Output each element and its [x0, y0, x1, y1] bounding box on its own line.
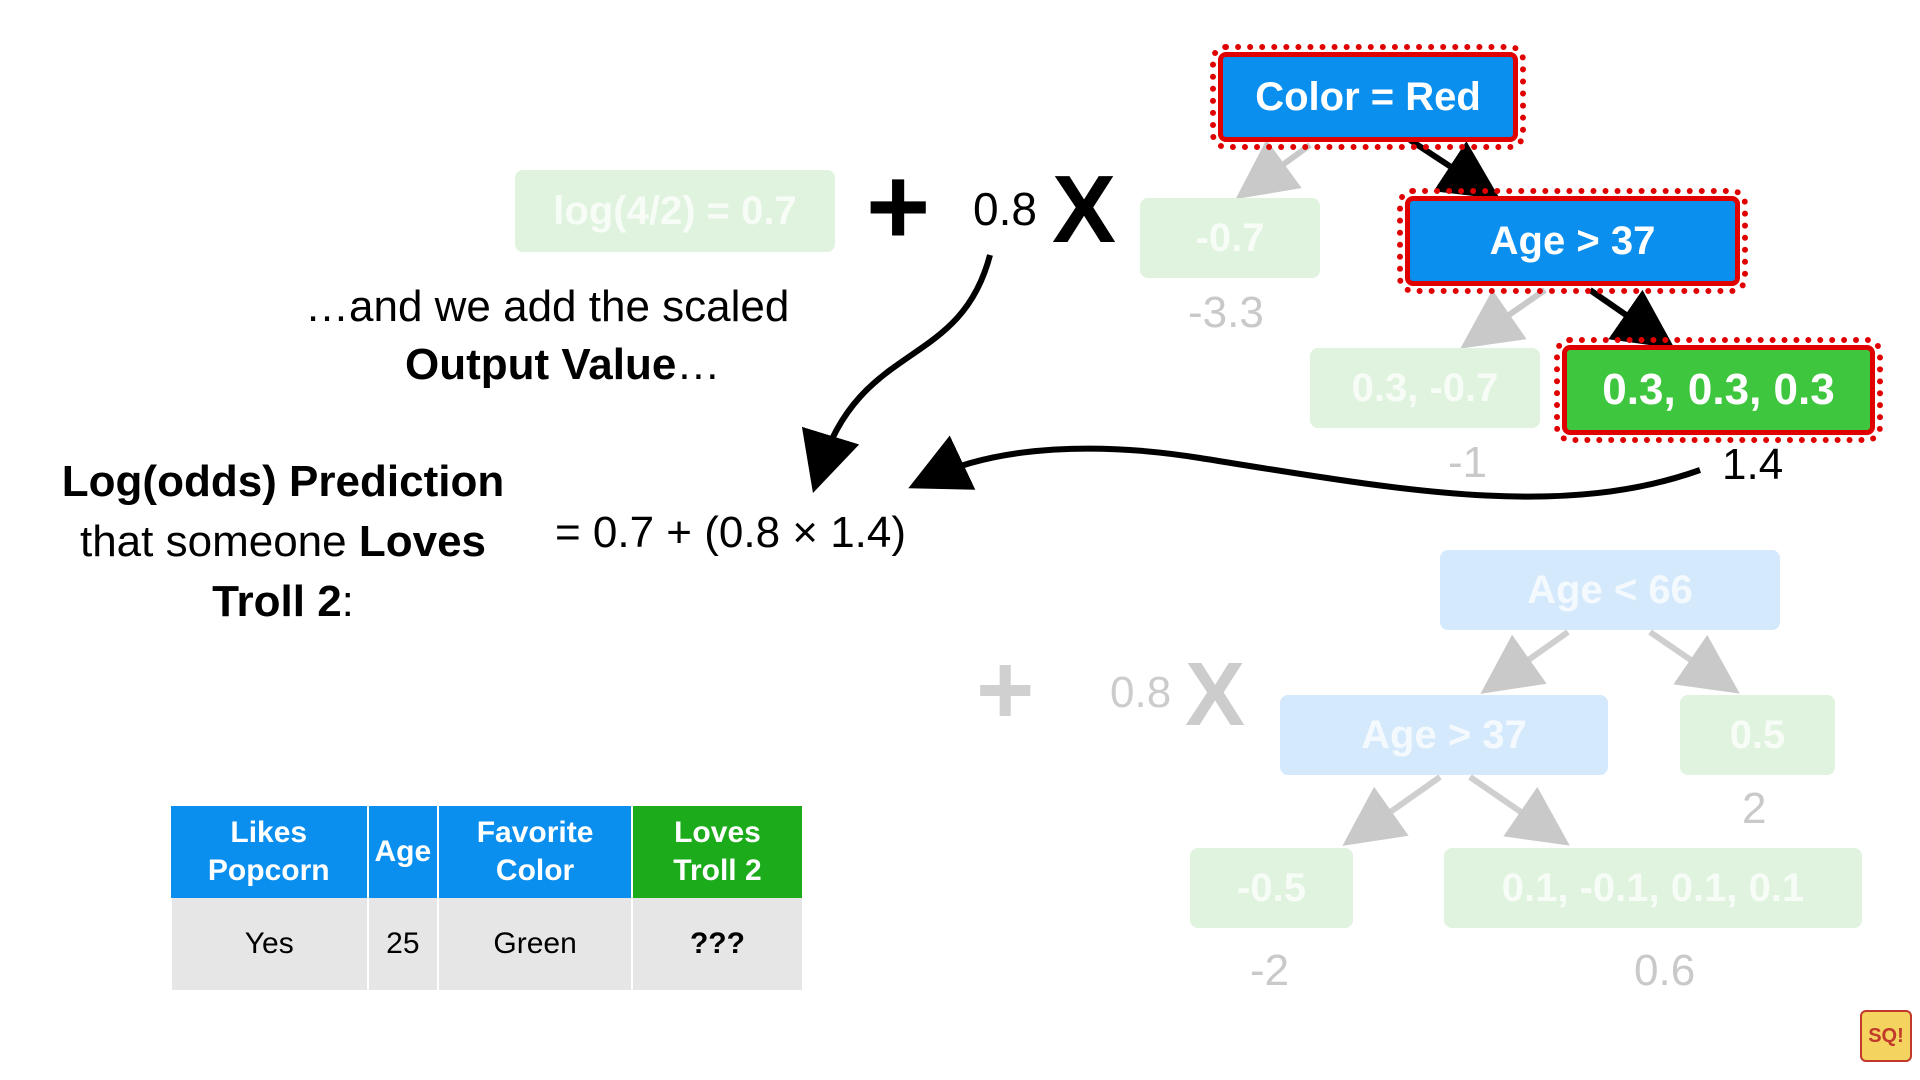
edge-t2-root-right	[1648, 629, 1740, 694]
table-cell-favorite-color: Green	[437, 898, 632, 990]
tree1-inner-node: Age > 37	[1397, 188, 1748, 294]
prediction-label: Log(odds) Prediction that someone Loves …	[38, 452, 528, 632]
prediction-label-colon: :	[341, 577, 354, 626]
edge-color-left	[1235, 139, 1312, 200]
tree2-inner-node: Age > 37	[1280, 695, 1608, 775]
table-row: Yes 25 Green ???	[170, 898, 802, 990]
tree1-root-node: Color = Red	[1210, 44, 1526, 150]
equation: = 0.7 + (0.8 × 1.4)	[555, 508, 907, 557]
tree1-left-leaf-value: -3.3	[1188, 288, 1264, 337]
prediction-label-line-1: Log(odds) Prediction	[61, 457, 505, 506]
tree2-inner-left-leaf: -0.5	[1190, 848, 1353, 928]
initial-prediction-box: log(4/2) = 0.7	[515, 170, 835, 252]
arrow-scale-curve	[801, 254, 993, 493]
prediction-label-line-2: that someone	[79, 517, 359, 566]
narration-ellipsis: …	[676, 340, 721, 389]
data-table: Likes Popcorn Age Favorite Color Loves T…	[170, 806, 802, 990]
tree2-plus-icon: +	[976, 634, 1035, 746]
tree2-right-leaf-value: 2	[1742, 784, 1767, 833]
tree1-inner-right-value: 1.4	[1722, 440, 1784, 489]
narration-line-2: Output Value…	[405, 340, 720, 390]
tree1-left-leaf: -0.7	[1140, 198, 1320, 278]
edge-age-right	[1588, 287, 1675, 349]
tree2-learning-rate: 0.8	[1110, 668, 1172, 717]
table-cell-age: 25	[366, 898, 439, 990]
edge-t2-root-left	[1480, 629, 1570, 694]
edge-t2-inner-right	[1468, 774, 1570, 846]
tree2-inner-right-leaf: 0.1, -0.1, 0.1, 0.1	[1444, 848, 1862, 928]
edge-color-right	[1408, 137, 1501, 200]
tree1-inner-right-leaf: 0.3, 0.3, 0.3	[1554, 337, 1883, 443]
edge-age-left	[1460, 287, 1547, 349]
table-header-likes-popcorn: Likes Popcorn	[171, 806, 369, 898]
narration-line-1: …and we add the scaled	[305, 282, 790, 331]
table-cell-loves-troll-2: ???	[630, 898, 802, 990]
arrow-output-curve	[908, 435, 1702, 500]
tree1-inner-left-leaf: 0.3, -0.7	[1310, 348, 1540, 428]
prediction-label-loves: Loves	[358, 517, 487, 566]
statquest-logo-icon: SQ!	[1860, 1010, 1912, 1062]
learning-rate: 0.8	[973, 183, 1037, 235]
tree2-multiply-icon: X	[1185, 645, 1246, 745]
table-cell-likes-popcorn: Yes	[170, 898, 368, 990]
table-header-row: Likes Popcorn Age Favorite Color Loves T…	[171, 806, 802, 898]
table-header-age: Age	[367, 806, 440, 898]
tree2-inner-left-value: -2	[1250, 946, 1290, 995]
tree2-inner-right-value: 0.6	[1634, 946, 1696, 995]
multiply-icon: X	[1052, 156, 1117, 263]
table-header-favorite-color: Favorite Color	[438, 806, 633, 898]
prediction-label-troll: Troll 2	[212, 577, 342, 626]
plus-icon: +	[866, 145, 931, 268]
edge-t2-inner-left	[1342, 774, 1442, 846]
tree1-inner-left-value: -1	[1448, 438, 1488, 487]
output-value-label: Output Value	[405, 340, 677, 389]
tree2-right-leaf: 0.5	[1680, 695, 1835, 775]
table-header-loves-troll-2: Loves Troll 2	[631, 806, 802, 898]
tree2-root-node: Age < 66	[1440, 550, 1780, 630]
